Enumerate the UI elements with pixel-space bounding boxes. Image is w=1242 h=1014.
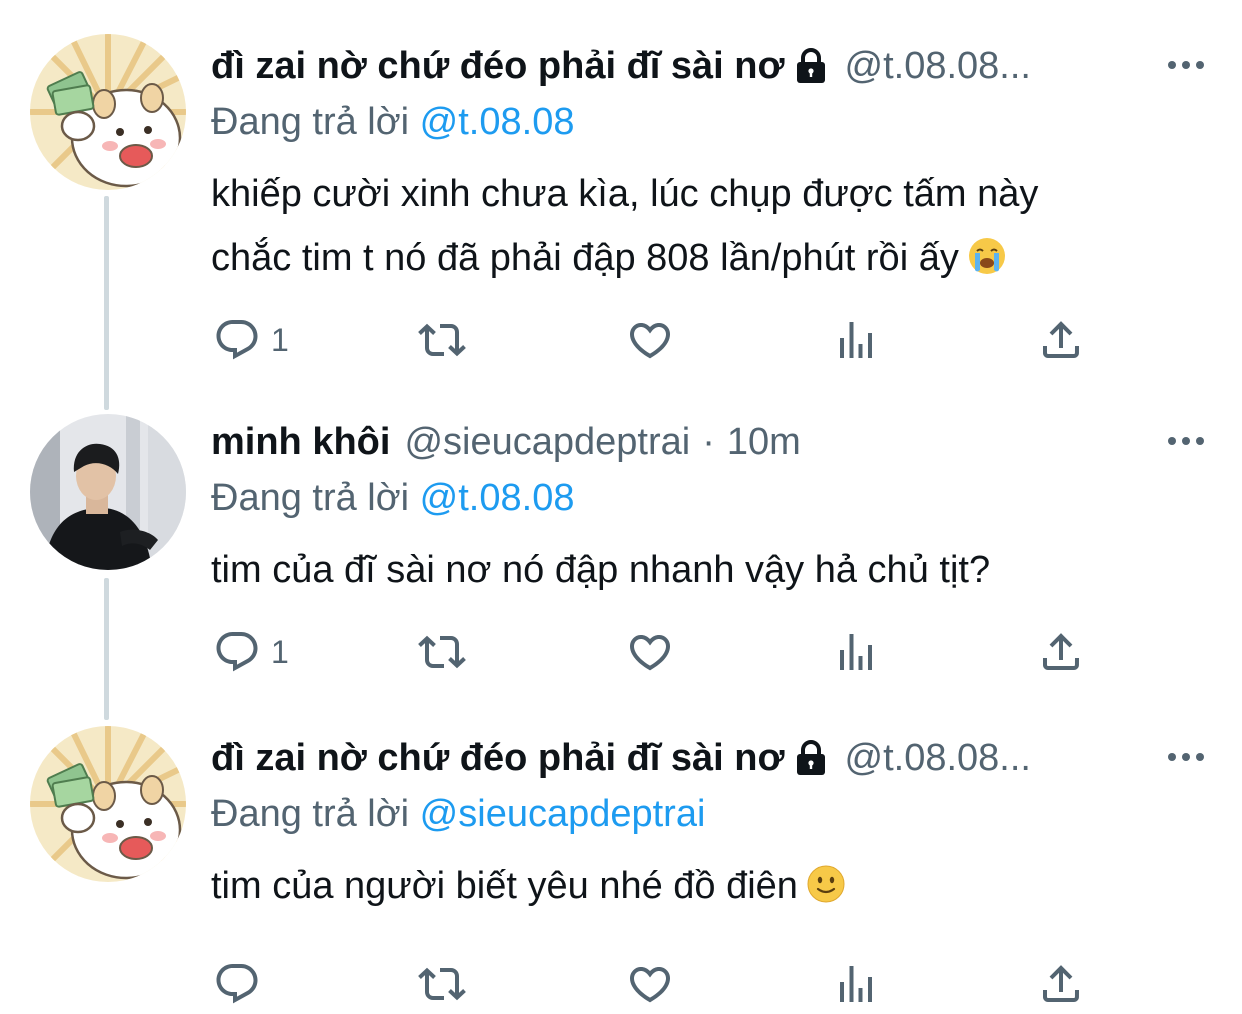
lock-icon: [791, 46, 831, 86]
share-button[interactable]: [1037, 954, 1085, 1014]
views-icon: [832, 316, 880, 364]
views-icon: [832, 628, 880, 676]
more-options-icon[interactable]: [1164, 50, 1208, 80]
avatar[interactable]: [30, 34, 186, 190]
reply-context: Đang trả lời @sieucapdeptrai: [211, 788, 1212, 840]
reply-context: Đang trả lời @t.08.08: [211, 96, 1212, 148]
retweet-icon: [418, 628, 466, 676]
reply-to-handle[interactable]: @t.08.08: [420, 477, 575, 519]
share-icon: [1037, 960, 1085, 1008]
slightly-smiling-face-emoji: [806, 864, 846, 904]
reply-icon: [213, 628, 261, 676]
avatar[interactable]: [30, 414, 186, 570]
tweet-text-line: chắc tim t nó đã phải đập 808 lần/phút r…: [211, 226, 1212, 290]
retweet-button[interactable]: [418, 310, 466, 370]
like-button[interactable]: [626, 954, 674, 1014]
tweet-actions: [0, 954, 900, 1014]
cat-holding-money-avatar: [30, 34, 186, 190]
share-button[interactable]: [1037, 310, 1085, 370]
like-icon: [626, 316, 674, 364]
reply-count: 1: [271, 633, 289, 670]
views-button[interactable]: [832, 954, 880, 1014]
loudly-crying-face-emoji: [967, 236, 1007, 276]
tweet-text: tim của đĩ sài nơ nó đập nhanh vậy hả ch…: [211, 538, 1212, 602]
separator-dot: ·: [702, 421, 715, 463]
like-button[interactable]: [626, 622, 674, 682]
thread-connector-line: [104, 196, 109, 410]
retweet-button[interactable]: [418, 622, 466, 682]
reply-button[interactable]: 1: [213, 310, 289, 370]
tweet-actions: 1: [0, 310, 900, 370]
young-man-photo-avatar: [30, 414, 186, 570]
views-button[interactable]: [832, 622, 880, 682]
reply-count: 1: [271, 321, 289, 358]
views-button[interactable]: [832, 310, 880, 370]
reply-to-handle[interactable]: @sieucapdeptrai: [420, 793, 706, 835]
reply-prefix: Đang trả lời: [211, 477, 410, 519]
reply-prefix: Đang trả lời: [211, 101, 410, 143]
tweet-header: minh khôi @sieucapdeptrai · 10m: [211, 412, 1212, 472]
user-handle[interactable]: @sieucapdeptrai: [404, 412, 690, 472]
reply-icon: [213, 316, 261, 364]
timestamp[interactable]: 10m: [727, 412, 801, 472]
tweet-header: đì zai nờ chứ đéo phải đĩ sài nơ @t.08.0…: [211, 728, 1212, 788]
display-name[interactable]: đì zai nờ chứ đéo phải đĩ sài nơ: [211, 728, 785, 788]
reply-prefix: Đang trả lời: [211, 793, 410, 835]
tweet-text-line: khiếp cười xinh chưa kìa, lúc chụp được …: [211, 173, 1039, 215]
tweet-actions: 1: [0, 622, 900, 682]
like-button[interactable]: [626, 310, 674, 370]
like-icon: [626, 960, 674, 1008]
reply-context: Đang trả lời @t.08.08: [211, 472, 1212, 524]
tweet-text-line: tim của đĩ sài nơ nó đập nhanh vậy hả ch…: [211, 549, 991, 591]
share-icon: [1037, 316, 1085, 364]
tweet-text-line: tim của người biết yêu nhé đồ điên: [211, 854, 1212, 918]
display-name[interactable]: đì zai nờ chứ đéo phải đĩ sài nơ: [211, 36, 785, 96]
lock-icon: [791, 738, 831, 778]
tweet-header: đì zai nờ chứ đéo phải đĩ sài nơ @t.08.0…: [211, 36, 1212, 96]
reply-icon: [213, 960, 261, 1008]
retweet-icon: [418, 316, 466, 364]
share-icon: [1037, 628, 1085, 676]
like-icon: [626, 628, 674, 676]
reply-to-handle[interactable]: @t.08.08: [420, 101, 575, 143]
retweet-button[interactable]: [418, 954, 466, 1014]
tweet-text-line-content: chắc tim t nó đã phải đập 808 lần/phút r…: [211, 237, 959, 279]
tweet-text-line-content: tim của người biết yêu nhé đồ điên: [211, 865, 798, 907]
more-options-icon[interactable]: [1164, 426, 1208, 456]
cat-holding-money-avatar: [30, 726, 186, 882]
reply-button[interactable]: [213, 954, 271, 1014]
views-icon: [832, 960, 880, 1008]
share-button[interactable]: [1037, 622, 1085, 682]
more-options-icon[interactable]: [1164, 742, 1208, 772]
user-handle[interactable]: @t.08.08...: [845, 728, 1031, 788]
user-handle[interactable]: @t.08.08...: [845, 36, 1031, 96]
avatar[interactable]: [30, 726, 186, 882]
reply-button[interactable]: 1: [213, 622, 289, 682]
retweet-icon: [418, 960, 466, 1008]
tweet-text: tim của người biết yêu nhé đồ điên: [211, 854, 1212, 918]
tweet-text: khiếp cười xinh chưa kìa, lúc chụp được …: [211, 162, 1212, 290]
display-name[interactable]: minh khôi: [211, 412, 390, 472]
